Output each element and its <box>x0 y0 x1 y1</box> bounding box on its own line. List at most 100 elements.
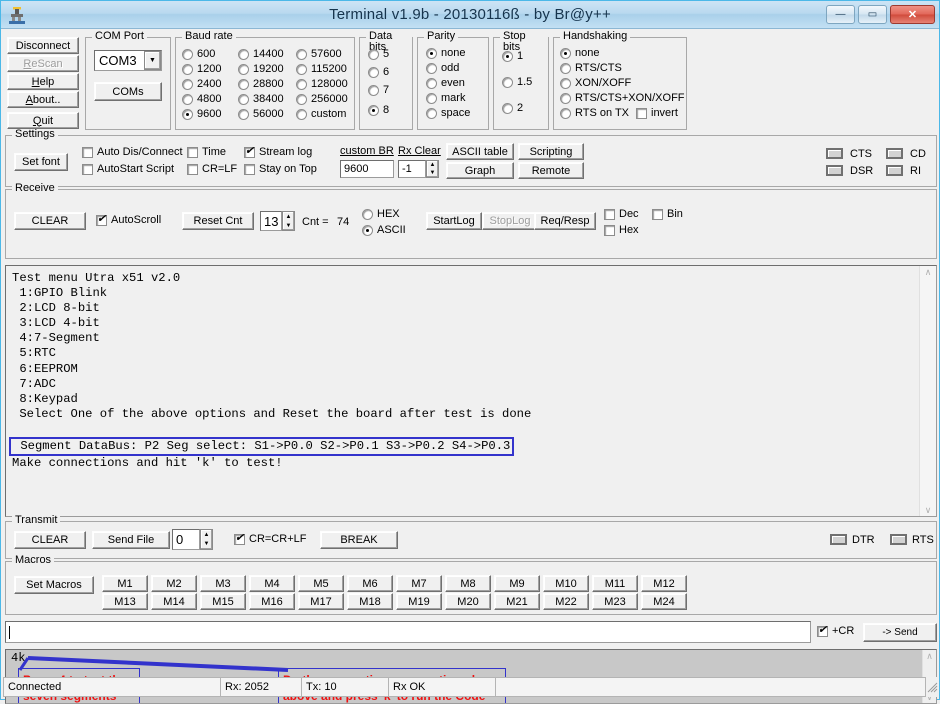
macro-button-m8[interactable]: M8 <box>445 575 491 592</box>
baud-2400[interactable]: 2400 <box>182 78 221 90</box>
about-button[interactable]: About.. <box>7 91 79 108</box>
cnt-spin-input[interactable]: 13 <box>260 211 282 231</box>
macro-button-m3[interactable]: M3 <box>200 575 246 592</box>
baud-256000[interactable]: 256000 <box>296 93 348 105</box>
baud-128000[interactable]: 128000 <box>296 78 348 90</box>
receive-clear-button[interactable]: CLEAR <box>14 212 86 230</box>
coms-button[interactable]: COMs <box>94 82 162 101</box>
dec-checkbox[interactable]: Dec <box>604 208 639 220</box>
handshake-none[interactable]: none <box>560 47 599 59</box>
req-resp-button[interactable]: Req/Resp <box>534 212 596 230</box>
macro-button-m14[interactable]: M14 <box>151 593 197 610</box>
parity-mark[interactable]: mark <box>426 92 465 104</box>
ascii-table-button[interactable]: ASCII table <box>446 143 514 160</box>
handshake-invert-checkbox[interactable]: invert <box>636 107 678 119</box>
transmit-clear-button[interactable]: CLEAR <box>14 531 86 549</box>
macro-button-m7[interactable]: M7 <box>396 575 442 592</box>
auto-dis-connect-checkbox[interactable]: Auto Dis/Connect <box>82 146 183 158</box>
custom-br-input[interactable]: 9600 <box>340 160 394 178</box>
parity-odd[interactable]: odd <box>426 62 459 74</box>
macro-button-m9[interactable]: M9 <box>494 575 540 592</box>
transmit-delay-spinner[interactable]: ▲ ▼ <box>200 529 213 550</box>
baud-4800[interactable]: 4800 <box>182 93 221 105</box>
baud-9600[interactable]: 9600 <box>182 108 221 120</box>
com-port-select[interactable]: COM3 ▼ <box>94 50 162 71</box>
baud-56000[interactable]: 56000 <box>238 108 284 120</box>
baud-custom[interactable]: custom <box>296 108 346 120</box>
handshake-rts-cts[interactable]: RTS/CTS <box>560 62 622 74</box>
scripting-button[interactable]: Scripting <box>518 143 584 160</box>
disconnect-button[interactable]: Disconnect <box>7 37 79 54</box>
macro-button-m12[interactable]: M12 <box>641 575 687 592</box>
stop-bits-1-5[interactable]: 1.5 <box>502 76 532 88</box>
startlog-button[interactable]: StartLog <box>426 212 482 230</box>
bin-checkbox[interactable]: Bin <box>652 208 683 220</box>
baud-14400[interactable]: 14400 <box>238 48 284 60</box>
minimize-button[interactable]: — <box>826 5 855 24</box>
macro-button-m11[interactable]: M11 <box>592 575 638 592</box>
stoplog-button[interactable]: StopLog <box>482 212 538 230</box>
cr-lf-checkbox[interactable]: CR=LF <box>187 163 237 175</box>
handshake-both[interactable]: RTS/CTS+XON/XOFF <box>560 92 685 104</box>
send-input[interactable] <box>5 621 811 643</box>
stop-bits-1[interactable]: 1 <box>502 50 523 62</box>
handshake-rts-on-tx[interactable]: RTS on TX <box>560 107 629 119</box>
send-button[interactable]: -> Send <box>863 623 937 642</box>
baud-1200[interactable]: 1200 <box>182 63 221 75</box>
maximize-button[interactable]: ▭ <box>858 5 887 24</box>
parity-even[interactable]: even <box>426 77 465 89</box>
reset-cnt-button[interactable]: Reset Cnt <box>182 212 254 230</box>
macro-button-m19[interactable]: M19 <box>396 593 442 610</box>
receive-hex-radio[interactable]: HEX <box>362 208 400 220</box>
graph-button[interactable]: Graph <box>446 162 514 179</box>
baud-115200[interactable]: 115200 <box>296 63 347 75</box>
baud-38400[interactable]: 38400 <box>238 93 284 105</box>
baud-57600[interactable]: 57600 <box>296 48 342 60</box>
macro-button-m20[interactable]: M20 <box>445 593 491 610</box>
chevron-down-icon[interactable]: ▼ <box>144 51 161 70</box>
macro-button-m1[interactable]: M1 <box>102 575 148 592</box>
macro-button-m23[interactable]: M23 <box>592 593 638 610</box>
autoscroll-checkbox[interactable]: AutoScroll <box>96 213 161 226</box>
macro-button-m4[interactable]: M4 <box>249 575 295 592</box>
cnt-spinner[interactable]: ▲ ▼ <box>282 211 295 231</box>
rx-clear-spinner[interactable]: ▲ ▼ <box>426 160 439 178</box>
spin-up-icon[interactable]: ▲ <box>427 161 438 169</box>
time-checkbox[interactable]: Time <box>187 146 226 158</box>
set-macros-button[interactable]: Set Macros <box>14 576 94 594</box>
spin-down-icon[interactable]: ▼ <box>201 540 212 550</box>
stop-bits-2[interactable]: 2 <box>502 102 523 114</box>
data-bits-7[interactable]: 7 <box>368 84 389 96</box>
data-bits-8[interactable]: 8 <box>368 104 389 116</box>
set-font-button[interactable]: Set font <box>14 153 68 171</box>
resize-grip[interactable] <box>925 677 939 697</box>
stay-on-top-checkbox[interactable]: Stay on Top <box>244 163 317 175</box>
help-button[interactable]: Help <box>7 73 79 90</box>
parity-space[interactable]: space <box>426 107 470 119</box>
data-bits-6[interactable]: 6 <box>368 66 389 78</box>
macro-button-m24[interactable]: M24 <box>641 593 687 610</box>
close-button[interactable]: ✕ <box>890 5 935 24</box>
baud-28800[interactable]: 28800 <box>238 78 284 90</box>
macro-button-m15[interactable]: M15 <box>200 593 246 610</box>
parity-none[interactable]: none <box>426 47 465 59</box>
macro-button-m21[interactable]: M21 <box>494 593 540 610</box>
macro-button-m22[interactable]: M22 <box>543 593 589 610</box>
macro-button-m18[interactable]: M18 <box>347 593 393 610</box>
stream-log-checkbox[interactable]: Stream log <box>244 145 312 158</box>
baud-19200[interactable]: 19200 <box>238 63 284 75</box>
transmit-delay-input[interactable]: 0 <box>172 529 200 550</box>
scroll-up-icon[interactable]: ∧ <box>925 266 932 278</box>
macro-button-m16[interactable]: M16 <box>249 593 295 610</box>
macro-button-m6[interactable]: M6 <box>347 575 393 592</box>
macro-button-m5[interactable]: M5 <box>298 575 344 592</box>
break-button[interactable]: BREAK <box>320 531 398 549</box>
spin-up-icon[interactable]: ▲ <box>201 530 212 540</box>
scroll-down-icon[interactable]: ∨ <box>925 504 932 516</box>
handshake-xon-xoff[interactable]: XON/XOFF <box>560 77 631 89</box>
receive-scrollbar[interactable]: ∧ ∨ <box>919 266 936 516</box>
macro-button-m2[interactable]: M2 <box>151 575 197 592</box>
baud-600[interactable]: 600 <box>182 48 215 60</box>
rx-clear-input[interactable]: -1 <box>398 160 426 178</box>
spin-down-icon[interactable]: ▼ <box>427 169 438 177</box>
